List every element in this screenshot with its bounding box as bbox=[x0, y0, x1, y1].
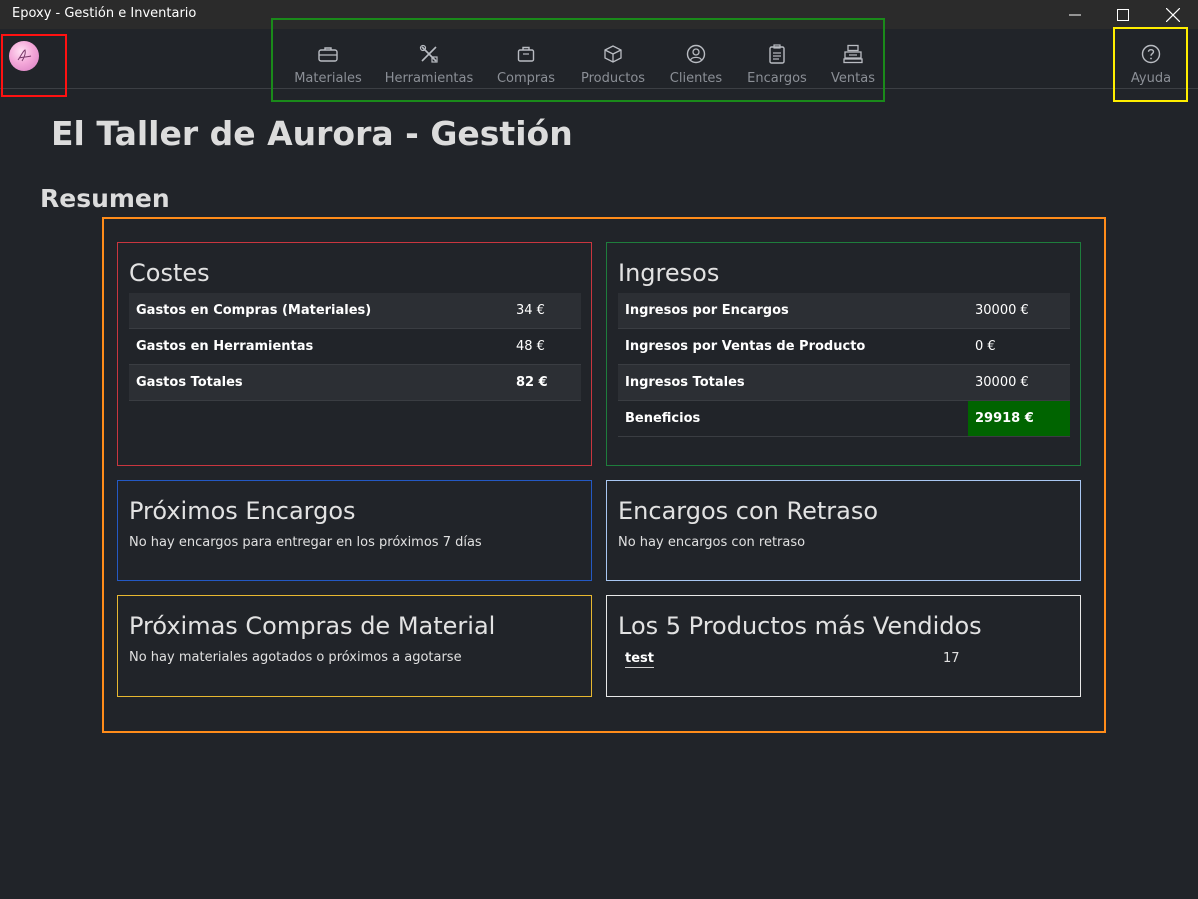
row-value: 82 € bbox=[516, 375, 548, 390]
row-label: Beneficios bbox=[625, 411, 701, 426]
nav-label: Clientes bbox=[669, 71, 723, 86]
nav-item-productos[interactable]: Productos bbox=[578, 43, 648, 93]
costs-title: Costes bbox=[129, 259, 210, 287]
upcoming-purchases-text: No hay materiales agotados o próximos a … bbox=[129, 650, 462, 665]
delayed-orders-title: Encargos con Retraso bbox=[618, 497, 879, 525]
row-label: Ingresos por Encargos bbox=[625, 303, 789, 318]
nav-label: Productos bbox=[580, 71, 646, 86]
section-title: Resumen bbox=[40, 184, 170, 213]
app-logo[interactable] bbox=[9, 41, 39, 71]
nav-item-encargos[interactable]: Encargos bbox=[744, 43, 810, 93]
row-label: Gastos Totales bbox=[136, 375, 243, 390]
nav-item-compras[interactable]: Compras bbox=[494, 43, 558, 93]
clipboard-icon bbox=[768, 43, 786, 65]
row-label: Gastos en Herramientas bbox=[136, 339, 314, 354]
delayed-orders-card: Encargos con Retraso No hay encargos con… bbox=[606, 480, 1081, 581]
box-icon bbox=[603, 43, 623, 65]
nav-label: Ventas bbox=[831, 71, 875, 86]
row-label: Ingresos por Ventas de Producto bbox=[625, 339, 866, 354]
help-circle-icon bbox=[1141, 43, 1161, 65]
nav-label: Encargos bbox=[747, 71, 807, 86]
income-title: Ingresos bbox=[618, 259, 720, 287]
app-header: Materiales Herramientas Compras Producto… bbox=[0, 18, 1198, 102]
shopping-bag-icon bbox=[517, 43, 535, 65]
page-title: El Taller de Aurora - Gestión bbox=[51, 114, 573, 153]
table-row: Ingresos por Ventas de Producto 0 € bbox=[618, 329, 1070, 365]
row-value: 0 € bbox=[975, 339, 996, 354]
income-card: Ingresos Ingresos por Encargos 30000 € I… bbox=[606, 242, 1081, 466]
delayed-orders-text: No hay encargos con retraso bbox=[618, 535, 806, 550]
signature-logo-icon bbox=[17, 49, 32, 62]
nav-label: Herramientas bbox=[384, 71, 474, 86]
cash-register-icon bbox=[843, 43, 863, 65]
nav-item-materiales[interactable]: Materiales bbox=[292, 43, 364, 93]
nav-label: Compras bbox=[496, 71, 556, 86]
product-name[interactable]: test bbox=[625, 651, 654, 668]
briefcase-icon bbox=[318, 43, 338, 65]
costs-card: Costes Gastos en Compras (Materiales) 34… bbox=[117, 242, 592, 466]
window-title: Epoxy - Gestión e Inventario bbox=[12, 6, 197, 21]
row-label: Ingresos Totales bbox=[625, 375, 745, 390]
minimize-button[interactable] bbox=[1052, 0, 1098, 29]
nav-item-ventas[interactable]: Ventas bbox=[828, 43, 878, 93]
table-row: Gastos en Compras (Materiales) 34 € bbox=[129, 293, 581, 329]
upcoming-purchases-card: Próximas Compras de Material No hay mate… bbox=[117, 595, 592, 697]
row-value: 30000 € bbox=[975, 303, 1029, 318]
product-count: 17 bbox=[943, 651, 960, 666]
profit-value: 29918 € bbox=[968, 401, 1070, 436]
upcoming-orders-card: Próximos Encargos No hay encargos para e… bbox=[117, 480, 592, 581]
row-value: 30000 € bbox=[975, 375, 1029, 390]
nav-item-ayuda[interactable]: Ayuda bbox=[1124, 43, 1178, 86]
nav-item-clientes[interactable]: Clientes bbox=[668, 43, 724, 93]
row-label: Gastos en Compras (Materiales) bbox=[136, 303, 372, 318]
close-button[interactable] bbox=[1150, 0, 1196, 29]
tools-icon bbox=[419, 43, 439, 65]
upcoming-orders-title: Próximos Encargos bbox=[129, 497, 356, 525]
row-value: 48 € bbox=[516, 339, 545, 354]
table-row: Gastos Totales 82 € bbox=[129, 365, 581, 401]
nav-label: Materiales bbox=[294, 71, 362, 86]
table-row: Gastos en Herramientas 48 € bbox=[129, 329, 581, 365]
table-row: Beneficios 29918 € bbox=[618, 401, 1070, 437]
nav-label: Ayuda bbox=[1130, 71, 1172, 86]
table-row: Ingresos Totales 30000 € bbox=[618, 365, 1070, 401]
minimize-icon bbox=[1069, 14, 1081, 15]
income-table: Ingresos por Encargos 30000 € Ingresos p… bbox=[618, 293, 1070, 437]
top-products-title: Los 5 Productos más Vendidos bbox=[618, 612, 982, 640]
upcoming-orders-text: No hay encargos para entregar en los pró… bbox=[129, 535, 482, 550]
maximize-icon bbox=[1117, 8, 1129, 21]
table-row: Ingresos por Encargos 30000 € bbox=[618, 293, 1070, 329]
nav-item-herramientas[interactable]: Herramientas bbox=[384, 43, 474, 93]
user-circle-icon bbox=[686, 43, 706, 65]
costs-table: Gastos en Compras (Materiales) 34 € Gast… bbox=[129, 293, 581, 401]
maximize-button[interactable] bbox=[1100, 0, 1146, 29]
row-value: 34 € bbox=[516, 303, 545, 318]
upcoming-purchases-title: Próximas Compras de Material bbox=[129, 612, 496, 640]
top-products-card: Los 5 Productos más Vendidos test 17 bbox=[606, 595, 1081, 697]
close-icon bbox=[1166, 7, 1180, 22]
